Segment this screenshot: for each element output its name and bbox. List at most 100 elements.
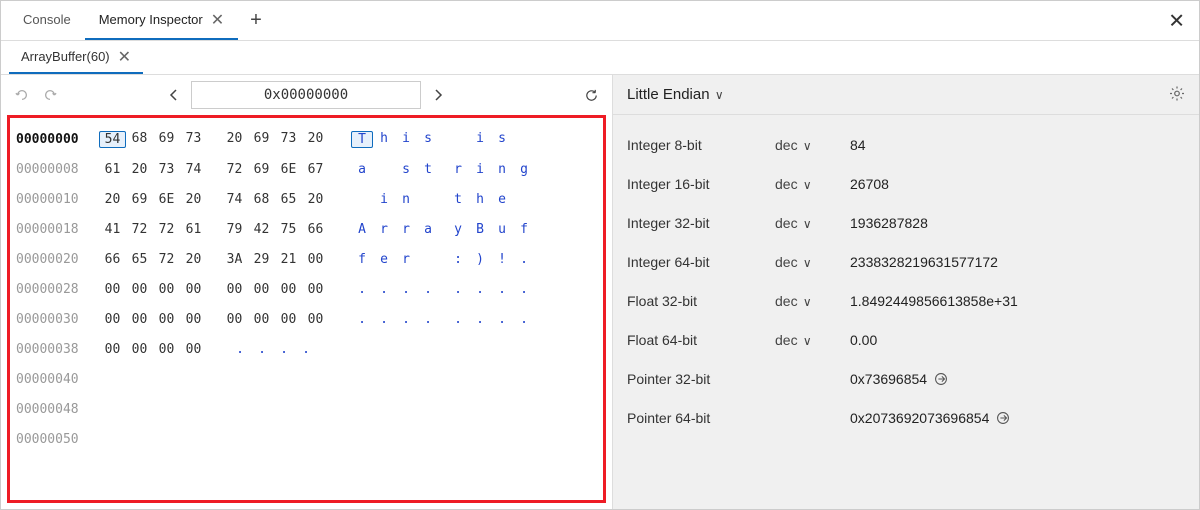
hex-byte[interactable]: 00 (99, 282, 126, 297)
ascii-char[interactable] (513, 131, 535, 148)
ascii-char[interactable]: a (351, 162, 373, 177)
hex-address[interactable]: 00000038 (14, 342, 99, 357)
hex-address[interactable]: 00000040 (14, 372, 99, 387)
hex-byte[interactable]: 68 (126, 131, 153, 148)
hex-byte[interactable]: 20 (302, 192, 329, 207)
ascii-char[interactable]: n (395, 192, 417, 207)
hex-byte[interactable]: 6E (275, 162, 302, 177)
ascii-char[interactable]: f (513, 222, 535, 237)
ascii-char[interactable]: T (351, 131, 373, 148)
prev-page-button[interactable] (163, 84, 185, 106)
ascii-char[interactable]: . (417, 282, 439, 297)
hex-address[interactable]: 00000018 (14, 222, 99, 237)
hex-address[interactable]: 00000010 (14, 192, 99, 207)
ascii-char[interactable]: i (469, 162, 491, 177)
hex-byte[interactable]: 66 (302, 222, 329, 237)
ascii-char[interactable]: . (373, 312, 395, 327)
ascii-char[interactable]: A (351, 222, 373, 237)
hex-byte[interactable]: 74 (180, 162, 207, 177)
hex-byte[interactable]: 00 (302, 252, 329, 267)
hex-byte[interactable]: 61 (180, 222, 207, 237)
ascii-char[interactable]: . (251, 342, 273, 357)
hex-byte[interactable]: 72 (126, 222, 153, 237)
hex-byte[interactable]: 69 (248, 162, 275, 177)
hex-byte[interactable]: 29 (248, 252, 275, 267)
ascii-char[interactable]: . (273, 342, 295, 357)
ascii-char[interactable]: . (513, 312, 535, 327)
ascii-char[interactable]: . (447, 282, 469, 297)
ascii-char[interactable]: g (513, 162, 535, 177)
ascii-char[interactable]: h (469, 192, 491, 207)
ascii-char[interactable]: r (395, 252, 417, 267)
ascii-char[interactable]: . (295, 342, 317, 357)
ascii-char[interactable]: h (373, 131, 395, 148)
hex-byte[interactable]: 00 (248, 312, 275, 327)
endianness-selector[interactable]: Little Endian ∨ (627, 86, 724, 103)
hex-byte[interactable]: 65 (275, 192, 302, 207)
hex-byte[interactable]: 61 (99, 162, 126, 177)
undo-button[interactable] (11, 84, 33, 106)
close-panel-button[interactable]: ✕ (1168, 8, 1185, 33)
hex-byte[interactable]: 72 (221, 162, 248, 177)
ascii-char[interactable]: . (373, 282, 395, 297)
ascii-char[interactable] (373, 162, 395, 177)
ascii-char[interactable] (417, 252, 439, 267)
ascii-char[interactable] (417, 192, 439, 207)
format-selector[interactable]: dec ∨ (775, 215, 850, 231)
hex-byte[interactable]: 00 (126, 282, 153, 297)
hex-byte[interactable]: 21 (275, 252, 302, 267)
format-selector[interactable]: dec ∨ (775, 137, 850, 153)
hex-byte[interactable]: 00 (180, 312, 207, 327)
hex-byte[interactable]: 00 (99, 342, 126, 357)
hex-byte[interactable]: 00 (180, 282, 207, 297)
ascii-char[interactable]: i (373, 192, 395, 207)
hex-byte[interactable]: 00 (275, 282, 302, 297)
hex-byte[interactable]: 74 (221, 192, 248, 207)
hex-byte[interactable]: 75 (275, 222, 302, 237)
ascii-char[interactable]: f (351, 252, 373, 267)
ascii-char[interactable]: t (447, 192, 469, 207)
ascii-char[interactable]: e (491, 192, 513, 207)
ascii-char[interactable]: u (491, 222, 513, 237)
hex-byte[interactable]: 00 (248, 282, 275, 297)
hex-address[interactable]: 00000020 (14, 252, 99, 267)
format-selector[interactable]: dec ∨ (775, 293, 850, 309)
ascii-char[interactable]: . (395, 282, 417, 297)
ascii-char[interactable]: . (513, 252, 535, 267)
tab-console[interactable]: Console (9, 1, 85, 40)
ascii-char[interactable] (513, 192, 535, 207)
address-input[interactable] (191, 81, 421, 109)
hex-byte[interactable]: 20 (99, 192, 126, 207)
hex-byte[interactable]: 69 (153, 131, 180, 148)
ascii-char[interactable]: . (417, 312, 439, 327)
redo-button[interactable] (39, 84, 61, 106)
hex-byte[interactable]: 79 (221, 222, 248, 237)
ascii-char[interactable]: B (469, 222, 491, 237)
hex-byte[interactable]: 00 (126, 312, 153, 327)
ascii-char[interactable]: . (491, 312, 513, 327)
ascii-char[interactable]: . (469, 282, 491, 297)
hex-byte[interactable]: 72 (153, 252, 180, 267)
hex-byte[interactable]: 00 (221, 312, 248, 327)
hex-byte[interactable]: 54 (99, 131, 126, 148)
hex-byte[interactable]: 00 (302, 282, 329, 297)
ascii-char[interactable]: s (491, 131, 513, 148)
ascii-char[interactable]: : (447, 252, 469, 267)
format-selector[interactable]: dec ∨ (775, 254, 850, 270)
ascii-char[interactable]: r (395, 222, 417, 237)
ascii-char[interactable]: . (469, 312, 491, 327)
ascii-char[interactable] (351, 192, 373, 207)
hex-byte[interactable]: 72 (153, 222, 180, 237)
inspector-settings-button[interactable] (1169, 85, 1185, 104)
hex-byte[interactable]: 00 (180, 342, 207, 357)
close-icon[interactable]: ✕ (118, 47, 131, 67)
buffer-tab[interactable]: ArrayBuffer(60)✕ (9, 41, 143, 74)
hex-byte[interactable]: 73 (275, 131, 302, 148)
add-tab-button[interactable]: + (238, 9, 274, 32)
hex-address[interactable]: 00000008 (14, 162, 99, 177)
close-icon[interactable]: ✕ (211, 10, 224, 30)
next-page-button[interactable] (427, 84, 449, 106)
hex-address[interactable]: 00000048 (14, 402, 99, 417)
ascii-char[interactable]: . (395, 312, 417, 327)
ascii-char[interactable]: . (229, 342, 251, 357)
